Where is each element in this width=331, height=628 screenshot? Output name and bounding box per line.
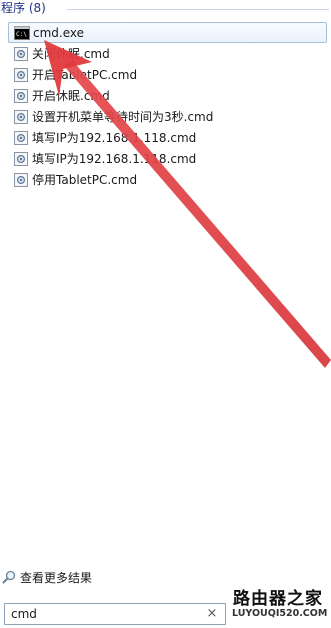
cmd-script-icon xyxy=(14,172,28,187)
program-results-list: C:\ cmd.exe 关闭休眠.cmd 开启TabletPC.cmd 开启休眠… xyxy=(0,22,331,190)
result-item-label: 开启TabletPC.cmd xyxy=(32,67,138,82)
see-more-results-link[interactable]: 查看更多结果 xyxy=(2,568,92,586)
result-item-label: 填写IP为192.168.1.118.cmd xyxy=(32,151,197,166)
result-item-label: 停用TabletPC.cmd xyxy=(32,172,138,187)
result-item-cmd-script[interactable]: 开启休眠.cmd xyxy=(8,85,327,106)
cmd-script-icon xyxy=(14,67,28,82)
watermark-title: 路由器之家 xyxy=(233,589,323,609)
site-watermark: 路由器之家 LUYOUQI520.COM xyxy=(227,582,331,628)
result-item-label: cmd.exe xyxy=(33,25,85,40)
cmd-script-icon xyxy=(14,109,28,124)
result-item-label: 设置开机菜单等待时间为3秒.cmd xyxy=(32,109,214,124)
result-item-label: 填写IP为192.168.1.118.cmd xyxy=(32,130,197,145)
result-item-cmd-script[interactable]: 设置开机菜单等待时间为3秒.cmd xyxy=(8,106,327,127)
watermark-url: LUYOUQI520.COM xyxy=(232,608,328,619)
cmd-script-icon xyxy=(14,130,28,145)
magnifier-icon xyxy=(2,570,16,584)
section-title: 程序 (8) xyxy=(1,1,46,15)
search-input[interactable] xyxy=(5,604,207,624)
result-item-cmd-script[interactable]: 填写IP为192.168.1.118.cmd xyxy=(8,127,327,148)
result-item-cmd-script[interactable]: 停用TabletPC.cmd xyxy=(8,169,327,190)
clear-search-button[interactable]: × xyxy=(205,606,219,622)
cmd-script-icon xyxy=(14,88,28,103)
result-item-cmd-script[interactable]: 开启TabletPC.cmd xyxy=(8,64,327,85)
result-item-cmd-script[interactable]: 填写IP为192.168.1.118.cmd xyxy=(8,148,327,169)
result-item-cmd-script[interactable]: 关闭休眠.cmd xyxy=(8,43,327,64)
section-divider xyxy=(67,9,329,10)
result-item-cmd-exe[interactable]: C:\ cmd.exe xyxy=(8,22,327,43)
result-item-label: 关闭休眠.cmd xyxy=(32,46,110,61)
cmd-console-icon: C:\ xyxy=(14,25,30,40)
cmd-script-icon xyxy=(14,46,28,61)
cmd-script-icon xyxy=(14,151,28,166)
see-more-label: 查看更多结果 xyxy=(20,570,93,585)
start-search-box[interactable]: × xyxy=(4,603,226,625)
programs-section-header: 程序 (8) xyxy=(1,0,331,18)
svg-text:C:\: C:\ xyxy=(16,31,27,38)
result-item-label: 开启休眠.cmd xyxy=(32,88,110,103)
